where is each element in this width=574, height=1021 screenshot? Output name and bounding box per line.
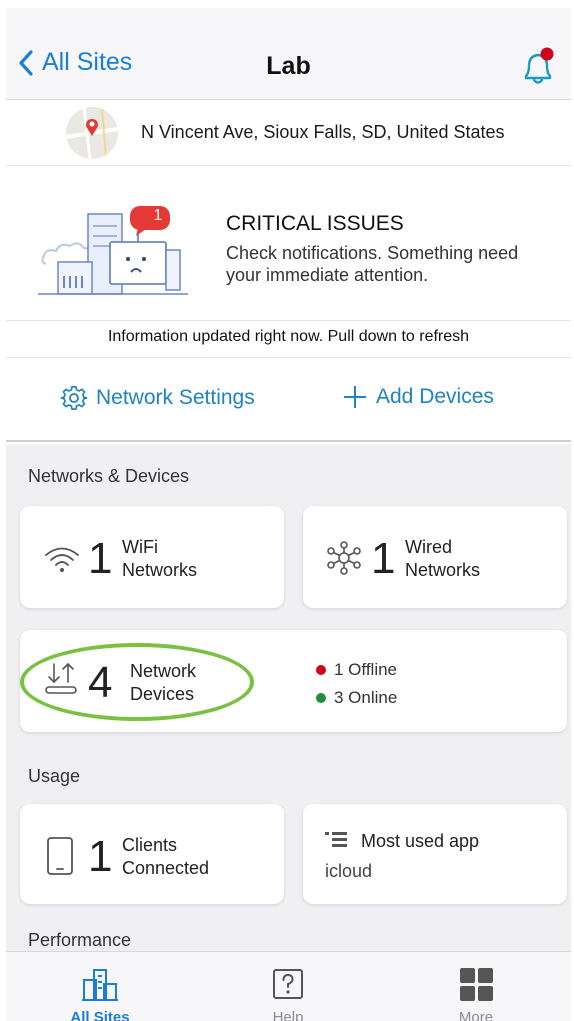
wifi-label-line2: Networks: [122, 560, 198, 580]
wired-label-line2: Networks: [405, 560, 481, 580]
network-devices-label-line1: Network: [130, 661, 197, 681]
critical-issues-card[interactable]: 1 CRITICAL ISSUES Check notifications. S…: [6, 166, 571, 321]
section-performance: Performance: [28, 930, 132, 950]
section-networks-devices: Networks & Devices: [28, 466, 190, 486]
wifi-count: 1: [88, 534, 113, 583]
dashboard-content: Networks & Devices 1 WiFi Networks 1 Wir…: [6, 444, 571, 951]
critical-issues-title: CRITICAL ISSUES: [226, 212, 404, 235]
add-devices-button[interactable]: Add Devices: [342, 384, 494, 410]
tab-help[interactable]: Help: [194, 952, 382, 1021]
offline-status: 1 Offline: [316, 660, 397, 680]
plus-icon: [344, 386, 366, 408]
clients-count: 1: [88, 832, 113, 881]
grid-icon: [460, 968, 493, 1001]
tab-more-label: More: [458, 1009, 494, 1021]
network-devices-count: 4: [88, 658, 113, 707]
tab-more[interactable]: More: [382, 952, 570, 1021]
section-usage: Usage: [28, 766, 81, 786]
app-screen: All Sites Lab N Vincent Ave, Sioux Falls…: [6, 8, 571, 1021]
network-hub-icon: [327, 541, 361, 575]
wifi-networks-card[interactable]: 1 WiFi Networks: [20, 506, 284, 608]
offline-text: 1 Offline: [334, 660, 398, 679]
tab-bar: All Sites Help More: [6, 951, 571, 1021]
gear-icon: [60, 385, 88, 410]
transfer-arrows-icon: [45, 663, 77, 694]
app-list-icon: [325, 832, 347, 847]
wired-label-line1: Wired: [405, 537, 453, 557]
network-devices-label-line2: Devices: [130, 684, 195, 704]
most-used-app-value: icloud: [325, 861, 373, 881]
clients-connected-card[interactable]: 1 Clients Connected: [20, 804, 284, 904]
notifications-button[interactable]: [518, 44, 558, 88]
quick-actions: Network Settings Add Devices: [6, 358, 571, 442]
wifi-label-line1: WiFi: [122, 537, 158, 557]
most-used-app-card[interactable]: Most used app icloud: [303, 804, 567, 904]
tab-all-sites-label: All Sites: [70, 1009, 130, 1021]
add-devices-label: Add Devices: [376, 385, 494, 408]
wifi-icon: [45, 547, 79, 572]
help-icon: [273, 969, 303, 999]
network-settings-label: Network Settings: [96, 386, 255, 409]
network-settings-button[interactable]: Network Settings: [60, 384, 255, 412]
clients-label-line2: Connected: [122, 858, 210, 878]
most-used-app-title: Most used app: [361, 831, 480, 851]
tab-help-label: Help: [272, 1009, 304, 1021]
offline-dot-icon: [316, 665, 326, 675]
online-text: 3 Online: [334, 688, 398, 707]
tab-all-sites[interactable]: All Sites: [6, 952, 194, 1021]
map-thumbnail: [66, 107, 118, 159]
wired-count: 1: [371, 534, 396, 583]
critical-issues-description: Check notifications. Something need your…: [226, 243, 519, 285]
wired-networks-card[interactable]: 1 Wired Networks: [303, 506, 567, 608]
bell-icon: [524, 47, 554, 84]
online-dot-icon: [316, 693, 326, 703]
issues-badge-count: 1: [153, 207, 163, 224]
map-pin-icon: [66, 107, 118, 159]
site-address-row[interactable]: N Vincent Ave, Sioux Falls, SD, United S…: [6, 100, 571, 166]
site-address: N Vincent Ave, Sioux Falls, SD, United S…: [141, 122, 505, 142]
online-status: 3 Online: [316, 688, 397, 708]
page-title: Lab: [266, 52, 311, 80]
nav-header: All Sites Lab: [6, 8, 571, 100]
network-devices-card[interactable]: 4 Network Devices 1 Offline 3 Online: [20, 630, 567, 732]
refresh-note: Information updated right now. Pull down…: [107, 328, 470, 345]
clients-label-line1: Clients: [122, 835, 178, 855]
buildings-icon: [82, 969, 118, 1001]
tablet-icon: [47, 837, 73, 875]
